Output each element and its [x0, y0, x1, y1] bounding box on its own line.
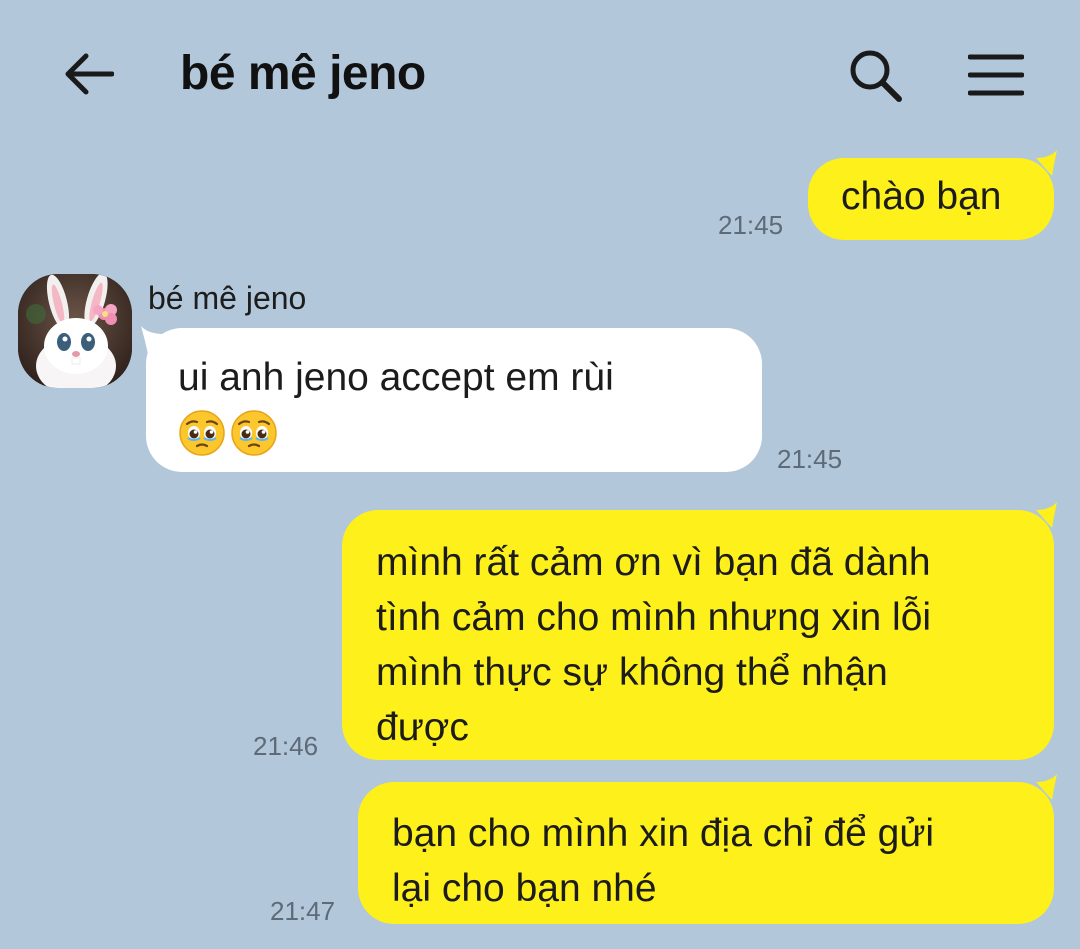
- message-timestamp: 21:46: [253, 731, 319, 761]
- my-message-bubble[interactable]: chào bạn: [808, 158, 1054, 240]
- bunny-avatar-image: [18, 274, 132, 388]
- message-timestamp: 21:45: [718, 210, 784, 240]
- pleading-face-icon: [179, 410, 225, 456]
- message-text-line: bạn cho mình xin địa chỉ để gửi: [392, 812, 935, 855]
- search-button[interactable]: [842, 42, 908, 108]
- search-icon: [850, 50, 902, 102]
- message-timestamp: 21:47: [270, 896, 336, 926]
- message-timestamp: 21:45: [777, 444, 843, 474]
- arrow-left-icon: [65, 53, 114, 95]
- contact-avatar[interactable]: [18, 274, 132, 388]
- my-bubble-tail: [1036, 150, 1057, 176]
- sender-name: bé mê jeno: [148, 280, 307, 316]
- pleading-face-icon: [231, 410, 277, 456]
- chat-title: bé mê jeno: [180, 47, 426, 100]
- my-bubble-tail: [1036, 502, 1057, 528]
- my-message-bubble[interactable]: mình rất cảm ơn vì bạn đã dành tình cảm …: [342, 510, 1054, 760]
- emoji-row: [178, 409, 762, 457]
- message-text: chào bạn: [841, 175, 1002, 218]
- my-message-bubble[interactable]: bạn cho mình xin địa chỉ để gửi lại cho …: [358, 782, 1054, 924]
- back-button[interactable]: [58, 44, 118, 104]
- their-message-bubble[interactable]: ui anh jeno accept em rùi: [146, 328, 762, 472]
- message-text-line: được: [376, 706, 469, 749]
- message-text-line: lại cho bạn nhé: [392, 867, 657, 910]
- message-text-line: tình cảm cho mình nhưng xin lỗi: [376, 596, 932, 639]
- message-text-line: mình rất cảm ơn vì bạn đã dành: [376, 541, 931, 584]
- message-text-line: mình thực sự không thể nhận: [376, 651, 888, 694]
- message-text: ui anh jeno accept em rùi: [178, 356, 614, 399]
- menu-button[interactable]: [962, 42, 1030, 108]
- hamburger-menu-icon: [968, 54, 1024, 96]
- my-bubble-tail: [1036, 774, 1057, 800]
- chat-header: bé mê jeno: [0, 0, 1080, 150]
